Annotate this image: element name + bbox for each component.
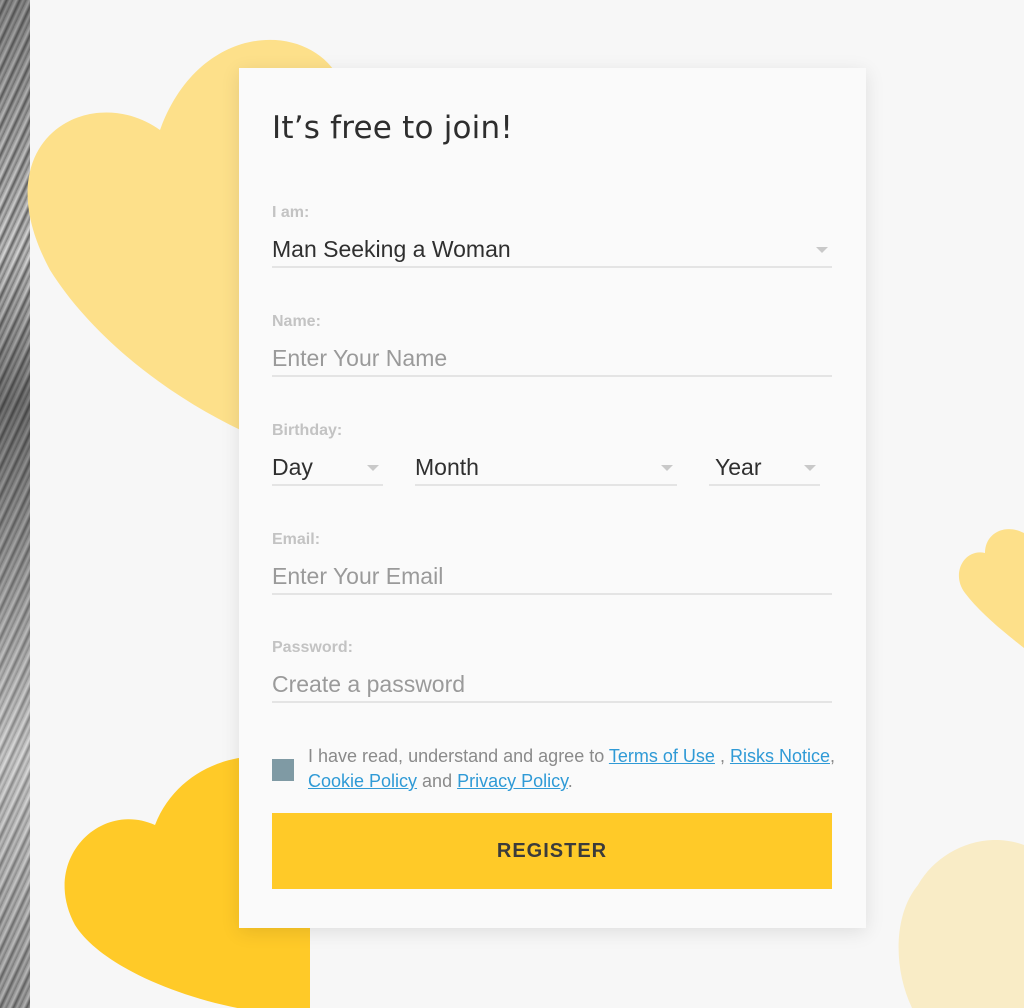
name-label: Name: [272, 313, 321, 330]
email-field-wrap [272, 559, 832, 595]
terms-of-use-link[interactable]: Terms of Use [609, 746, 715, 766]
risks-notice-link[interactable]: Risks Notice [730, 746, 830, 766]
birthday-day-select[interactable]: Day [272, 450, 383, 486]
month-value: Month [415, 454, 479, 480]
day-value: Day [272, 454, 313, 480]
chevron-down-icon [804, 465, 816, 471]
consent-sep: , [829, 746, 835, 766]
seeking-select[interactable]: Man Seeking a Woman [272, 232, 832, 268]
consent-text: I have read, understand and agree to Ter… [308, 744, 838, 794]
privacy-policy-link[interactable]: Privacy Policy [457, 771, 568, 791]
consent-suffix: . [567, 771, 573, 791]
password-input[interactable] [272, 667, 832, 701]
seeking-value: Man Seeking a Woman [272, 236, 511, 262]
chevron-down-icon [367, 465, 379, 471]
registration-form: It’s free to join! I am: Man Seeking a W… [239, 68, 866, 928]
name-field-wrap [272, 341, 832, 377]
form-title: It’s free to join! [272, 110, 513, 146]
page-background: It’s free to join! I am: Man Seeking a W… [0, 0, 1024, 1008]
heart-bottom-right [898, 840, 1024, 1008]
email-input[interactable] [272, 559, 832, 593]
register-button[interactable]: REGISTER [272, 813, 832, 889]
consent-sep: , [714, 746, 730, 766]
password-field-wrap [272, 667, 832, 703]
chevron-down-icon [661, 465, 673, 471]
birthday-label: Birthday: [272, 422, 343, 439]
heart-right [958, 529, 1024, 648]
birthday-month-select[interactable]: Month [415, 450, 677, 486]
cookie-policy-link[interactable]: Cookie Policy [308, 771, 417, 791]
birthday-year-select[interactable]: Year [709, 450, 820, 486]
consent-prefix: I have read, understand and agree to [308, 746, 609, 766]
password-label: Password: [272, 639, 353, 656]
consent-checkbox[interactable] [272, 759, 294, 781]
consent-sep: and [417, 771, 458, 791]
email-label: Email: [272, 531, 321, 548]
seeking-label: I am: [272, 204, 310, 221]
year-value: Year [715, 454, 762, 480]
chevron-down-icon [816, 247, 828, 253]
name-input[interactable] [272, 341, 832, 375]
